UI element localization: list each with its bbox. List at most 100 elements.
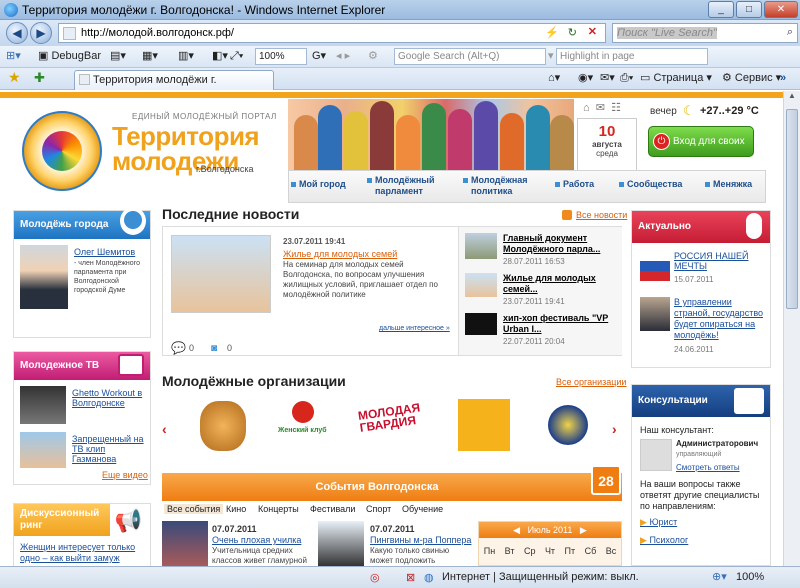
actual-2-link[interactable]: В управлении страной, государство будет … [674,297,766,341]
news-main-title[interactable]: Жилье для молодых семей [283,249,397,259]
status-privacy-icon[interactable]: ◎ [370,571,380,584]
chevron-right-icon[interactable]: » [780,70,786,87]
tab-active[interactable]: Территория молодёжи г. Волгодонска! [74,70,274,104]
ring-item-link[interactable]: Женщин интересует только одно – как выйт… [20,542,146,564]
news-more-link-2[interactable]: дальше интересное » [379,325,450,332]
nav-item-policy[interactable]: Молодёжная политика [463,175,535,197]
person-name-link[interactable]: Олег Шемитов [74,247,135,257]
refresh-icon[interactable]: ↻ [568,26,577,39]
emblem-logo[interactable] [22,111,102,191]
home-small-icon[interactable]: ⌂ [583,102,590,114]
org-logo-family[interactable] [458,399,510,451]
nav-item-communities[interactable]: Сообщества [618,179,682,190]
sitemap-icon[interactable]: ☷ [611,102,621,114]
debugbar-button[interactable]: ▣ DebugBar [38,48,101,65]
nav-item-my-city[interactable]: Мой город [291,179,346,190]
nav-item-parliament[interactable]: Молодёжный парламент [367,175,439,197]
side-news-1-thumb[interactable] [465,233,497,259]
org-logo-club[interactable]: Женский клуб [278,401,348,451]
actual-2-thumb[interactable] [640,297,670,331]
orgs-next-arrow[interactable]: › [612,421,617,437]
side-news-1-title[interactable]: Главный документ Молодёжного парла... [503,233,619,255]
compat-icon[interactable]: ⚡ [545,26,559,39]
mail-small-icon[interactable]: ✉ [596,102,605,114]
highlight-input[interactable]: Highlight in page [556,48,708,65]
tools-menu[interactable]: ⚙ Сервис ▾ [722,70,781,87]
actual-1-link[interactable]: РОССИЯ НАШЕЙ МЕЧТЫ [674,251,766,271]
all-news-link[interactable]: Все новости [576,210,627,220]
status-zoom[interactable]: 100% [736,571,764,583]
org-logo-emblem[interactable] [548,405,588,445]
events-tab-concerts[interactable]: Концерты [258,504,299,514]
calendar-next[interactable]: ▶ [580,525,587,535]
rss-icon[interactable] [562,210,572,220]
favorites-star-icon[interactable]: ★ [8,69,21,86]
side-news-3-title[interactable]: хип-хоп фестиваль "VP Urban I... [503,313,619,335]
maximize-button[interactable]: □ [736,1,762,18]
live-search-input[interactable]: Поиск "Live Search" ⌕ [612,23,798,43]
minimize-button[interactable]: _ [708,1,734,18]
event-1-title[interactable]: Очень плохая училка [212,535,301,545]
scroll-up-arrow[interactable]: ▲ [784,91,800,105]
mail-icon[interactable]: ✉▾ [600,70,615,87]
calendar-day-icon[interactable]: 28 [591,465,621,495]
side-news-2-thumb[interactable] [465,273,497,297]
tv-thumb-1[interactable] [20,386,66,424]
event-2-poster[interactable] [318,521,364,566]
org-logo-1[interactable] [200,401,246,451]
event-2-title[interactable]: Пингвины м-ра Поппера [370,535,471,545]
tv-more-link[interactable]: Еще видео [102,470,148,480]
event-1-poster[interactable] [162,521,208,566]
orgs-prev-arrow[interactable]: ‹ [162,421,167,437]
toolbar-icon-5[interactable]: ⤢▾ [230,48,243,65]
google-search-input[interactable]: Google Search (Alt+Q) [394,48,546,65]
toolbar-icon-2[interactable]: ▦▾ [142,48,158,65]
tv-item-2-link[interactable]: Запрещенный на ТВ клип Газманова [72,434,150,464]
spec-lawyer-link[interactable]: ▶ Юрист [640,517,677,528]
zoom-icon[interactable]: ⊕▾ [712,570,727,583]
page-menu[interactable]: ▭ Страница ▾ [640,70,712,87]
print-icon[interactable]: ⎙▾ [620,70,633,87]
google-icon[interactable]: G▾ [312,48,326,65]
home-icon[interactable]: ⌂▾ [548,70,560,87]
scroll-thumb[interactable] [786,109,798,309]
events-tab-cinema[interactable]: Кино [226,504,246,514]
events-tab-sport[interactable]: Спорт [366,504,391,514]
nav-item-exchange[interactable]: Меняжка [704,179,752,190]
events-tab-all[interactable]: Все события [164,504,224,514]
add-favorites-icon[interactable]: ✚ [34,69,45,86]
close-button[interactable]: ✕ [764,1,798,18]
search-icon[interactable]: ⌕ [787,26,793,39]
address-field[interactable]: http://молодой.волгодонск.рф/ ⚡ ↻ ✕ [58,23,606,43]
status-blocked-icon[interactable]: ⊠ [406,571,415,584]
consultant-answers-link[interactable]: Смотреть ответы [676,463,740,472]
zoom-select[interactable]: 100% [255,48,307,65]
forward-button[interactable]: ▶ [30,22,52,44]
org-logo-guard[interactable]: МОЛОДАЯ ГВАРДИЯ [357,400,432,453]
vertical-scrollbar[interactable]: ▲ [783,91,800,566]
spec-psych-link[interactable]: ▶ Психолог [640,535,688,546]
toolbar-icon-1[interactable]: ▤▾ [110,48,126,65]
tv-thumb-2[interactable] [20,432,66,468]
news-main-photo[interactable] [171,235,271,313]
windows-icon[interactable]: ⊞▾ [6,48,21,65]
nav-arrows-icon[interactable]: ◂ ▸ [336,48,350,65]
side-news-3-thumb[interactable] [465,313,497,335]
events-tab-festivals[interactable]: Фестивали [310,504,355,514]
stop-icon[interactable]: ✕ [588,25,597,38]
nav-item-work[interactable]: Работа [554,179,594,190]
back-button[interactable]: ◀ [6,22,28,44]
login-button[interactable]: ⏻ Вход для своих [648,126,754,157]
russia-flag-thumb[interactable] [640,251,670,281]
all-orgs-link[interactable]: Все организации [556,377,626,387]
tv-item-1-link[interactable]: Ghetto Workout в Волгодонске [72,388,150,408]
toolbar-icon-4[interactable]: ◧▾ [212,48,228,65]
events-tab-study[interactable]: Обучение [402,504,443,514]
calendar-prev[interactable]: ◀ [513,525,520,535]
toolbar-icon-6[interactable]: ⚙ [368,48,378,65]
side-news-2-title[interactable]: Жилье для молодых семей... [503,273,619,295]
feeds-icon[interactable]: ◉▾ [578,70,593,87]
person-photo[interactable] [20,245,68,309]
toolbar-icon-3[interactable]: ▥▾ [178,48,194,65]
google-dropdown-icon[interactable]: ▾ [548,48,554,65]
